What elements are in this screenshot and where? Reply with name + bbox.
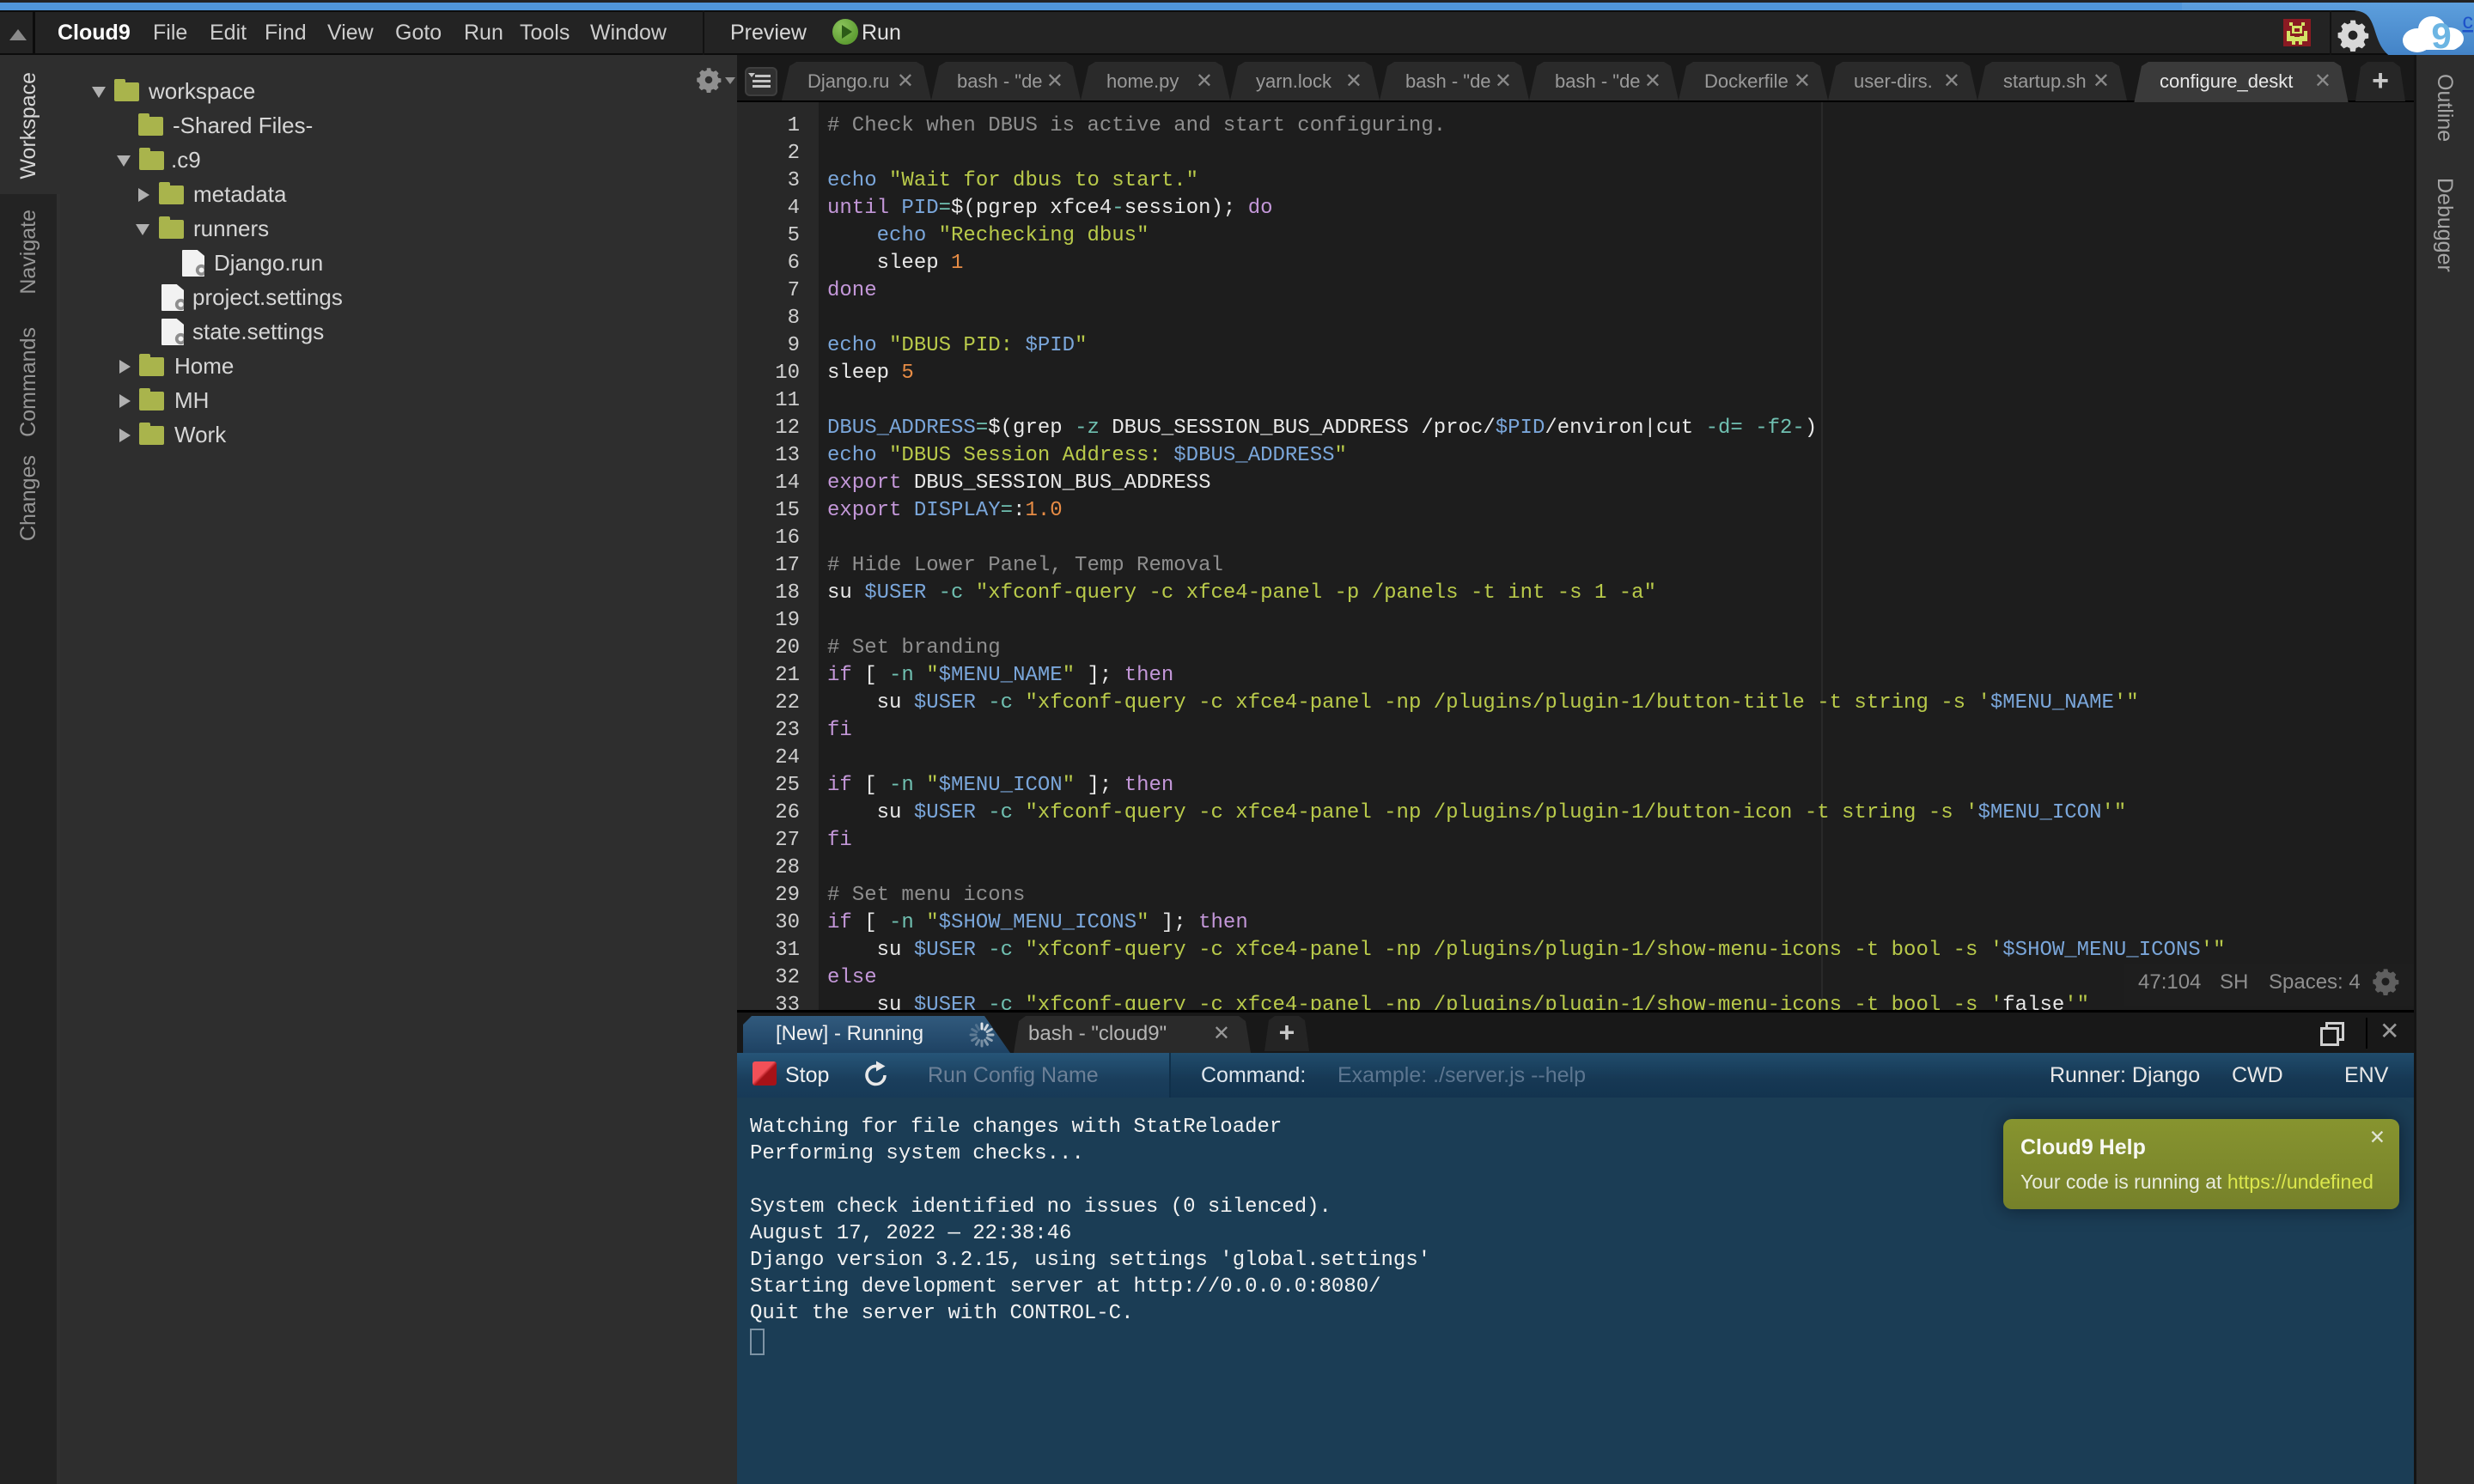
svg-text:c: c (2463, 9, 2474, 33)
svg-text:9: 9 (2431, 15, 2451, 56)
